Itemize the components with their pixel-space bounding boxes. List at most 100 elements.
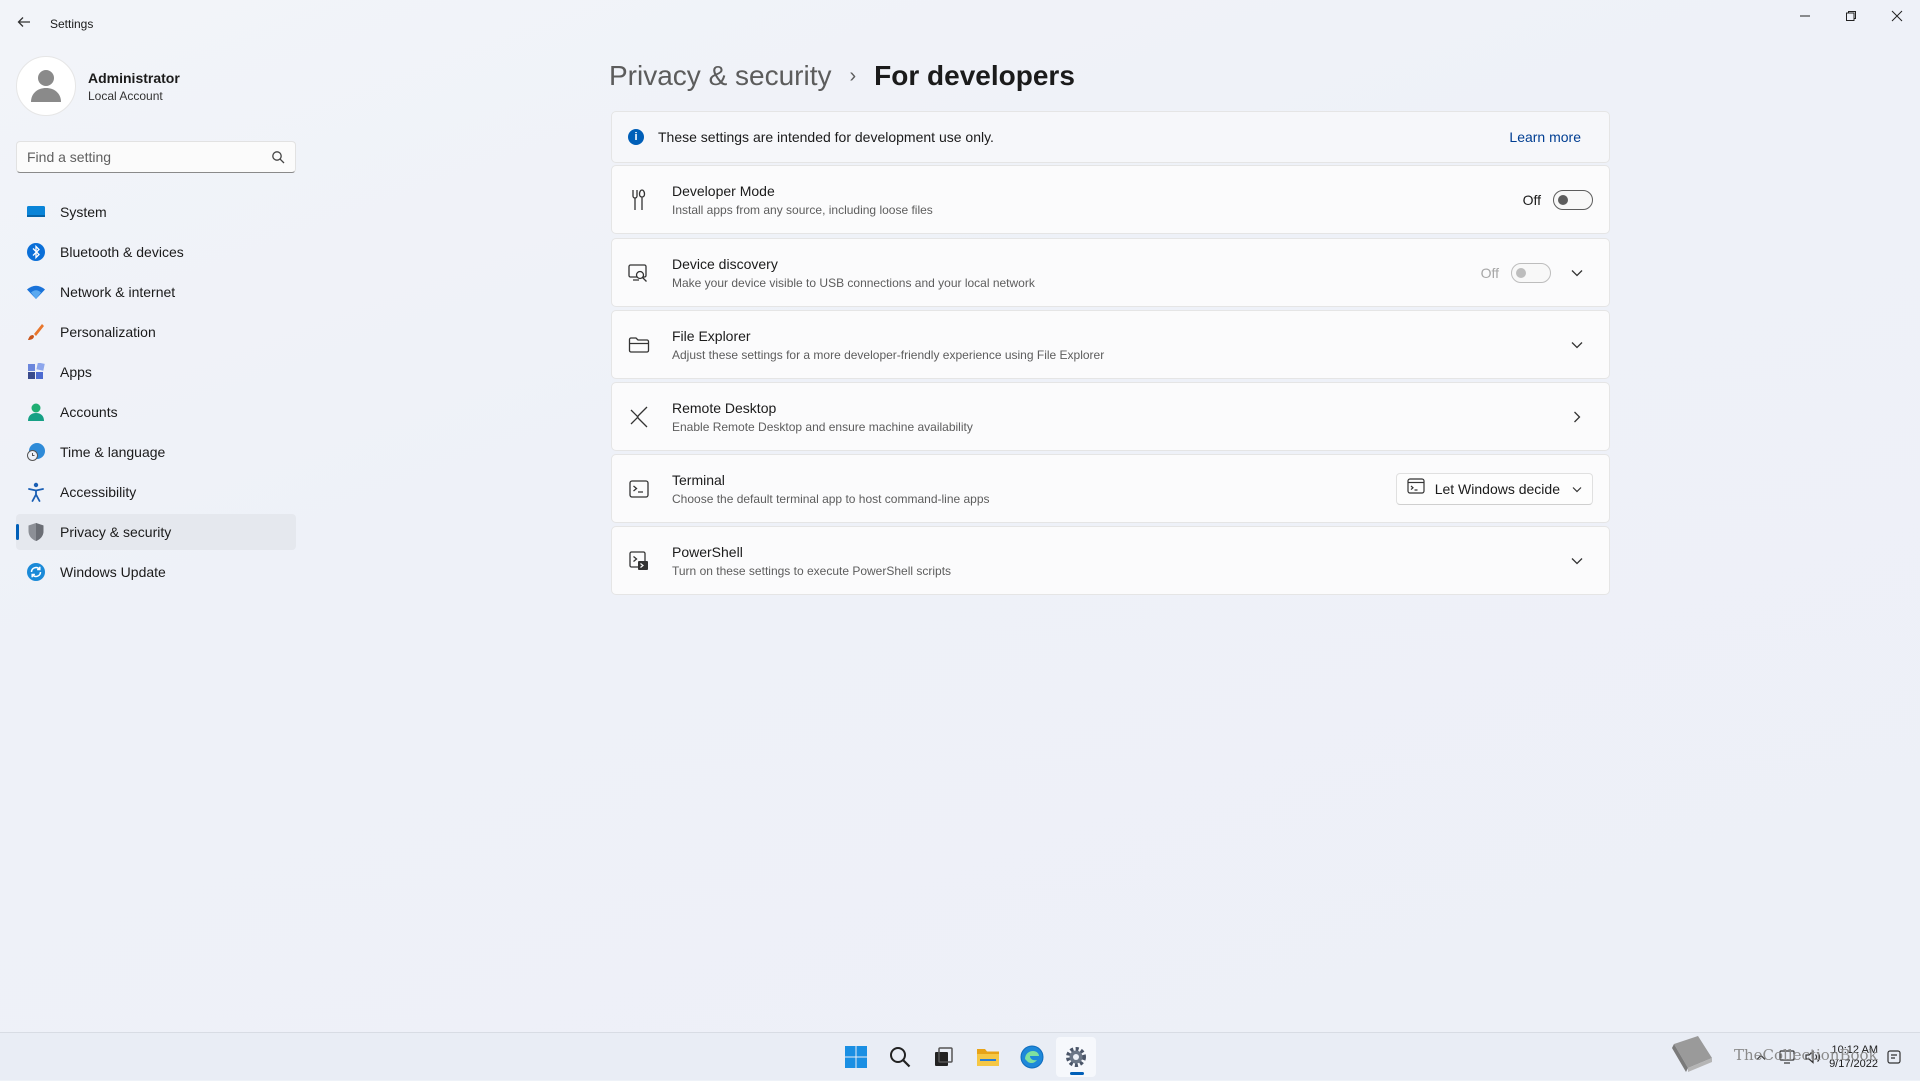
chevron-down-icon[interactable] bbox=[1561, 329, 1593, 361]
restore-button[interactable] bbox=[1828, 0, 1874, 32]
setting-description: Enable Remote Desktop and ensure machine… bbox=[672, 419, 973, 434]
watermark-text: TheCollectionBook bbox=[1734, 1046, 1878, 1064]
info-bar: i These settings are intended for develo… bbox=[611, 111, 1610, 163]
settings-taskbar-button[interactable] bbox=[1056, 1037, 1096, 1077]
setting-title: Device discovery bbox=[672, 255, 778, 272]
sidebar-item-label: Accounts bbox=[60, 404, 118, 420]
info-text: These settings are intended for developm… bbox=[658, 129, 994, 145]
device-discovery-toggle[interactable] bbox=[1511, 262, 1551, 283]
setting-title: PowerShell bbox=[672, 543, 743, 560]
powershell-row[interactable]: PowerShell Turn on these settings to exe… bbox=[611, 526, 1610, 595]
sidebar-item-time-language[interactable]: Time & language bbox=[16, 434, 296, 470]
toggle-knob bbox=[1516, 267, 1526, 278]
terminal-dropdown[interactable]: Let Windows decide bbox=[1395, 472, 1593, 505]
sidebar-item-label: Bluetooth & devices bbox=[60, 244, 184, 260]
breadcrumb-parent[interactable]: Privacy & security bbox=[609, 60, 832, 92]
settings-window: Settings Administrator Local Account Fin… bbox=[0, 0, 1920, 1032]
close-icon bbox=[1891, 10, 1903, 22]
person-icon bbox=[26, 402, 46, 422]
taskbar: 10:12 AM 9/17/2022 bbox=[0, 1032, 1920, 1080]
sidebar-item-label: Privacy & security bbox=[60, 524, 172, 540]
settings-icon bbox=[1066, 1047, 1086, 1067]
learn-more-link[interactable]: Learn more bbox=[1509, 129, 1581, 145]
task-view-icon bbox=[935, 1047, 953, 1066]
chevron-right-icon[interactable] bbox=[1561, 401, 1593, 433]
user-account-type: Local Account bbox=[88, 88, 163, 103]
search-icon[interactable] bbox=[271, 150, 285, 164]
task-view-button[interactable] bbox=[924, 1037, 964, 1077]
file-explorer-button[interactable] bbox=[968, 1037, 1008, 1077]
remote-desktop-icon bbox=[628, 406, 650, 428]
brush-icon bbox=[26, 322, 46, 342]
file-explorer-icon bbox=[977, 1049, 999, 1066]
sidebar-nav: System Bluetooth & devices Network & int… bbox=[16, 194, 296, 594]
search-input[interactable] bbox=[27, 149, 267, 165]
watermark-book-logo bbox=[1672, 1036, 1712, 1072]
developer-tools-icon bbox=[628, 188, 650, 211]
toggle-state-label: Off bbox=[1480, 264, 1499, 281]
user-profile[interactable]: Administrator Local Account bbox=[16, 56, 180, 116]
start-button[interactable] bbox=[836, 1037, 876, 1077]
powershell-icon bbox=[628, 550, 650, 572]
chevron-down-icon[interactable] bbox=[1561, 257, 1593, 289]
setting-title: File Explorer bbox=[672, 327, 751, 344]
remote-desktop-row[interactable]: Remote Desktop Enable Remote Desktop and… bbox=[611, 382, 1610, 451]
sidebar-item-apps[interactable]: Apps bbox=[16, 354, 296, 390]
shield-icon bbox=[26, 522, 46, 542]
back-button[interactable] bbox=[12, 10, 36, 34]
search-icon bbox=[890, 1047, 911, 1068]
edge-icon bbox=[1020, 1045, 1044, 1069]
back-arrow-icon bbox=[17, 17, 30, 27]
sidebar-item-network[interactable]: Network & internet bbox=[16, 274, 296, 310]
sidebar-item-accessibility[interactable]: Accessibility bbox=[16, 474, 296, 510]
breadcrumb-separator: › bbox=[849, 64, 857, 87]
notification-icon[interactable] bbox=[1884, 1047, 1904, 1067]
search-box[interactable] bbox=[16, 141, 296, 173]
toggle-knob bbox=[1558, 194, 1568, 205]
close-button[interactable] bbox=[1874, 0, 1920, 32]
breadcrumb: Privacy & security › For developers bbox=[609, 56, 1075, 96]
apps-icon bbox=[26, 362, 46, 382]
device-discovery-icon bbox=[628, 262, 650, 284]
taskbar-search-button[interactable] bbox=[880, 1037, 920, 1077]
app-title: Settings bbox=[50, 17, 94, 31]
page-title: For developers bbox=[874, 60, 1075, 91]
setting-title: Remote Desktop bbox=[672, 399, 777, 416]
folder-icon bbox=[628, 334, 650, 356]
sidebar-item-system[interactable]: System bbox=[16, 194, 296, 230]
bluetooth-icon bbox=[26, 242, 46, 262]
setting-description: Make your device visible to USB connecti… bbox=[672, 275, 1035, 290]
sidebar-item-windows-update[interactable]: Windows Update bbox=[16, 554, 296, 590]
sidebar-item-label: Network & internet bbox=[60, 284, 176, 300]
minimize-button[interactable] bbox=[1782, 0, 1828, 32]
avatar bbox=[16, 56, 76, 116]
accessibility-icon bbox=[26, 482, 46, 502]
developer-mode-toggle[interactable] bbox=[1553, 189, 1593, 210]
chevron-down-icon bbox=[1572, 480, 1582, 498]
sidebar-item-bluetooth[interactable]: Bluetooth & devices bbox=[16, 234, 296, 270]
terminal-row: Terminal Choose the default terminal app… bbox=[611, 454, 1610, 523]
terminal-app-icon bbox=[1407, 478, 1425, 499]
title-bar: Settings bbox=[0, 0, 1920, 48]
info-icon: i bbox=[628, 129, 644, 145]
taskbar-apps bbox=[834, 1033, 1098, 1081]
developer-mode-row: Developer Mode Install apps from any sou… bbox=[611, 165, 1610, 234]
monitor-icon bbox=[26, 202, 46, 222]
sidebar-item-label: Accessibility bbox=[60, 484, 137, 500]
edge-button[interactable] bbox=[1012, 1037, 1052, 1077]
sidebar-item-label: Time & language bbox=[60, 444, 166, 460]
globe-clock-icon bbox=[26, 442, 46, 462]
sidebar-item-label: Windows Update bbox=[60, 564, 166, 580]
chevron-down-icon[interactable] bbox=[1561, 545, 1593, 577]
wifi-icon bbox=[26, 282, 46, 302]
sidebar-item-personalization[interactable]: Personalization bbox=[16, 314, 296, 350]
setting-description: Adjust these settings for a more develop… bbox=[672, 347, 1105, 362]
minimize-icon bbox=[1800, 15, 1810, 17]
sidebar-item-label: Personalization bbox=[60, 324, 156, 340]
sidebar-item-privacy-security[interactable]: Privacy & security bbox=[16, 514, 296, 550]
device-discovery-row[interactable]: Device discovery Make your device visibl… bbox=[611, 238, 1610, 307]
file-explorer-row[interactable]: File Explorer Adjust these settings for … bbox=[611, 310, 1610, 379]
sidebar-item-accounts[interactable]: Accounts bbox=[16, 394, 296, 430]
toggle-state-label: Off bbox=[1522, 191, 1541, 208]
restore-icon bbox=[1846, 11, 1856, 21]
